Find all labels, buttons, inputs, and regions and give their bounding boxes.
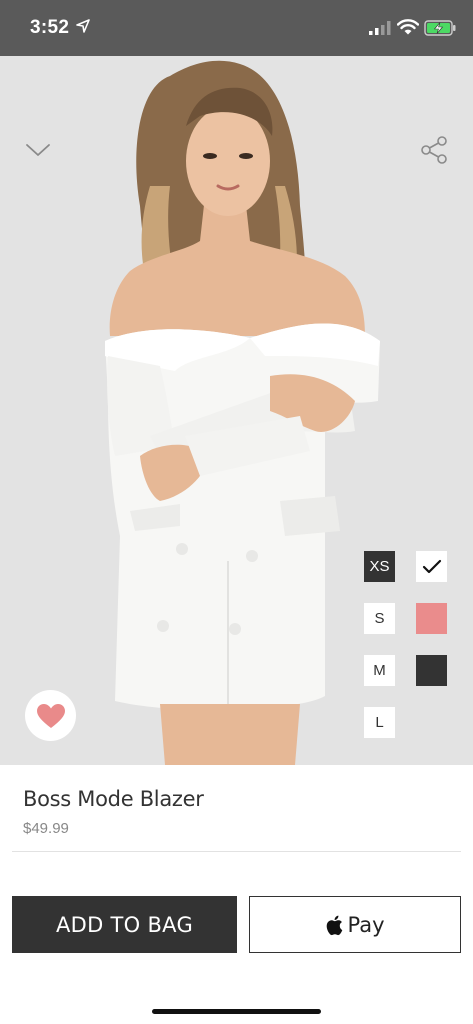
home-indicator <box>152 1009 321 1014</box>
checkmark-icon <box>422 559 441 573</box>
wifi-icon <box>397 19 419 35</box>
color-option-pink[interactable] <box>416 603 447 634</box>
product-photo <box>0 56 473 765</box>
status-bar: 3:52 <box>0 0 473 56</box>
chevron-down-icon[interactable] <box>22 138 54 162</box>
color-option-white[interactable] <box>416 551 447 582</box>
size-option-xs[interactable]: XS <box>364 551 395 582</box>
size-option-m[interactable]: M <box>364 655 395 686</box>
apple-pay-button[interactable]: Pay <box>249 896 461 953</box>
heart-icon <box>36 703 65 728</box>
divider <box>12 851 461 852</box>
add-to-bag-button[interactable]: ADD TO BAG <box>12 896 237 953</box>
share-icon[interactable] <box>418 134 450 166</box>
apple-logo-icon <box>327 915 343 935</box>
cellular-signal-icon <box>369 21 391 35</box>
location-arrow-icon <box>76 19 90 33</box>
size-option-l[interactable]: L <box>364 707 395 738</box>
favorite-button[interactable] <box>25 690 76 741</box>
status-time: 3:52 <box>30 17 70 38</box>
product-hero: XS S M L <box>0 56 473 765</box>
battery-charging-icon <box>424 20 456 36</box>
color-option-black[interactable] <box>416 655 447 686</box>
size-option-s[interactable]: S <box>364 603 395 634</box>
product-price: $49.99 <box>23 820 69 837</box>
apple-pay-label: Pay <box>347 912 385 937</box>
product-name: Boss Mode Blazer <box>23 787 204 811</box>
